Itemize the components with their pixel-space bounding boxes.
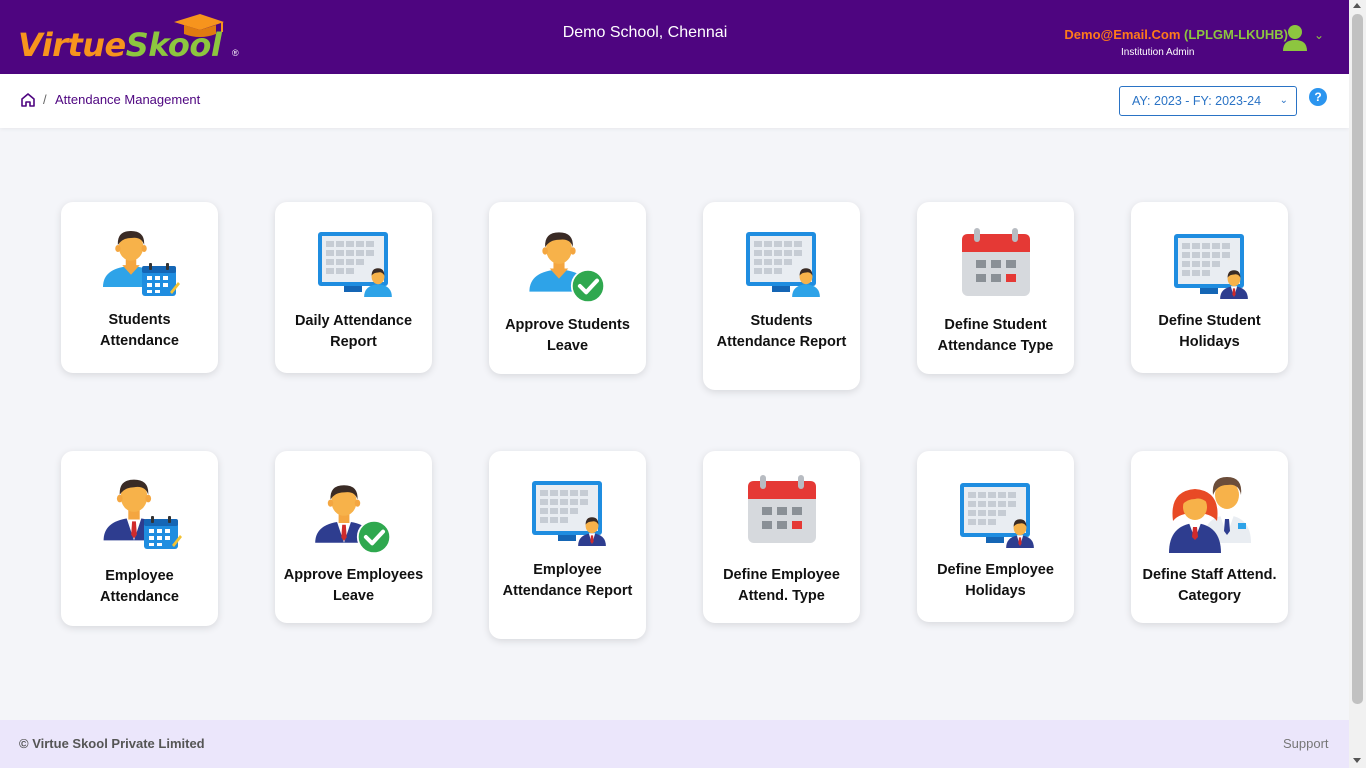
home-icon[interactable] <box>20 92 36 108</box>
card-define-employee-holidays[interactable]: Define Employee Holidays <box>917 451 1074 622</box>
chevron-down-icon[interactable]: ⌄ <box>1314 28 1324 42</box>
logo-registered-mark: ® <box>232 48 239 58</box>
card-define-staff-attend-category[interactable]: Define Staff Attend. Category <box>1131 451 1288 623</box>
card-define-student-attendance-type[interactable]: Define Student Attendance Type <box>917 202 1074 374</box>
user-code: (LPLGM-LKUHB) <box>1184 27 1288 42</box>
card-employee-attendance-report[interactable]: Employee Attendance Report <box>489 451 646 639</box>
card-students-attendance[interactable]: Students Attendance <box>61 202 218 373</box>
card-label: Define Staff Attend. Category <box>1142 567 1277 604</box>
card-employee-attendance[interactable]: Employee Attendance <box>61 451 218 626</box>
card-label: Students Attendance Report <box>716 313 847 350</box>
breadcrumb-current: Attendance Management <box>55 92 201 107</box>
card-daily-attendance-report[interactable]: Daily Attendance Report <box>275 202 432 373</box>
card-define-employee-attend-type[interactable]: Define Employee Attend. Type <box>703 451 860 623</box>
academic-year-select[interactable]: AY: 2023 - FY: 2023-24 ⌄ <box>1119 86 1297 116</box>
card-label: Approve Employees Leave <box>283 567 424 604</box>
monitor-report-icon <box>275 228 432 302</box>
monitor-report-icon <box>703 228 860 302</box>
user-email: Demo@Email.Com <box>1064 27 1181 42</box>
card-label: Employee Attendance <box>100 568 179 605</box>
card-label: Daily Attendance Report <box>294 313 413 350</box>
card-label: Define Student Holidays <box>1158 313 1261 350</box>
student-calendar-icon <box>61 224 218 304</box>
scroll-down-icon[interactable] <box>1353 758 1361 763</box>
card-label: Define Employee Attend. Type <box>723 567 840 604</box>
employee-approve-icon <box>275 477 432 557</box>
monitor-holidays-icon <box>917 479 1074 553</box>
footer-copyright: © Virtue Skool Private Limited <box>19 736 205 751</box>
support-link[interactable]: Support <box>1283 736 1329 751</box>
staff-group-icon <box>1131 473 1288 555</box>
card-label: Define Student Attendance Type <box>937 317 1054 354</box>
user-account-label[interactable]: Demo@Email.Com (LPLGM-LKUHB) <box>1064 27 1288 42</box>
monitor-holidays-icon <box>1131 230 1288 304</box>
scroll-up-icon[interactable] <box>1353 3 1361 8</box>
breadcrumb-separator: / <box>43 92 47 107</box>
card-label: Students Attendance <box>100 312 179 349</box>
card-label: Define Employee Holidays <box>937 562 1054 599</box>
help-icon[interactable]: ? <box>1309 88 1327 106</box>
calendar-icon <box>703 473 860 545</box>
card-approve-students-leave[interactable]: Approve Students Leave <box>489 202 646 374</box>
academic-year-value: AY: 2023 - FY: 2023-24 <box>1132 94 1262 108</box>
employee-calendar-icon <box>61 471 218 555</box>
card-approve-employees-leave[interactable]: Approve Employees Leave <box>275 451 432 623</box>
student-approve-icon <box>489 224 646 308</box>
card-label: Approve Students Leave <box>505 317 630 354</box>
card-students-attendance-report[interactable]: Students Attendance Report <box>703 202 860 390</box>
user-role: Institution Admin <box>1121 47 1195 58</box>
chevron-down-icon: ⌄ <box>1279 95 1288 106</box>
user-avatar-icon[interactable] <box>1282 24 1308 52</box>
scrollbar-thumb[interactable] <box>1352 14 1363 704</box>
monitor-report-icon <box>489 477 646 551</box>
calendar-icon <box>917 226 1074 298</box>
card-define-student-holidays[interactable]: Define Student Holidays <box>1131 202 1288 373</box>
card-label: Employee Attendance Report <box>502 562 633 599</box>
